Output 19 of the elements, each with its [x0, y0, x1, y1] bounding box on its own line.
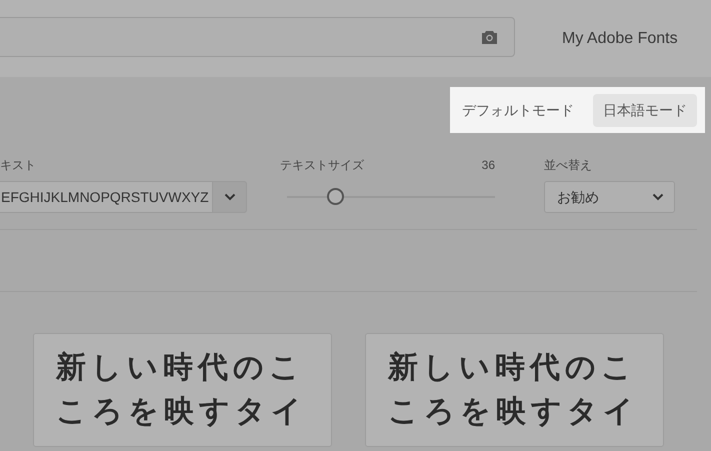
- font-card[interactable]: 新しい時代のこころを映すタイ: [365, 333, 664, 447]
- field-label: テキストサイズ: [280, 157, 364, 173]
- font-card[interactable]: 新しい時代のこころを映すタイ: [33, 333, 332, 447]
- sample-text: 新しい時代のこころを映すタイ: [388, 350, 640, 430]
- dropdown-button[interactable]: [212, 181, 247, 213]
- chevron-icon: [224, 193, 236, 201]
- mode-tab[interactable]: 日本語モード: [593, 94, 697, 126]
- slider-thumb[interactable]: [326, 188, 344, 205]
- mode-tab[interactable]: デフォルトモード: [452, 94, 584, 126]
- search-field[interactable]: [0, 17, 515, 57]
- nav-link[interactable]: My Adobe Fonts: [562, 26, 678, 50]
- chevron-icon: [652, 193, 664, 201]
- sample-text: 新しい時代のこころを映すタイ: [56, 350, 308, 430]
- size-reading: 36: [482, 157, 495, 173]
- camera-icon[interactable]: [481, 30, 498, 44]
- sort-dropdown[interactable]: お勧め: [544, 181, 675, 213]
- field-label: 並べ替え: [544, 157, 593, 173]
- sample-text-field[interactable]: EFGHIJKLMNOPQRSTUVWXYZ: [0, 181, 212, 213]
- field-label: キスト: [0, 157, 37, 173]
